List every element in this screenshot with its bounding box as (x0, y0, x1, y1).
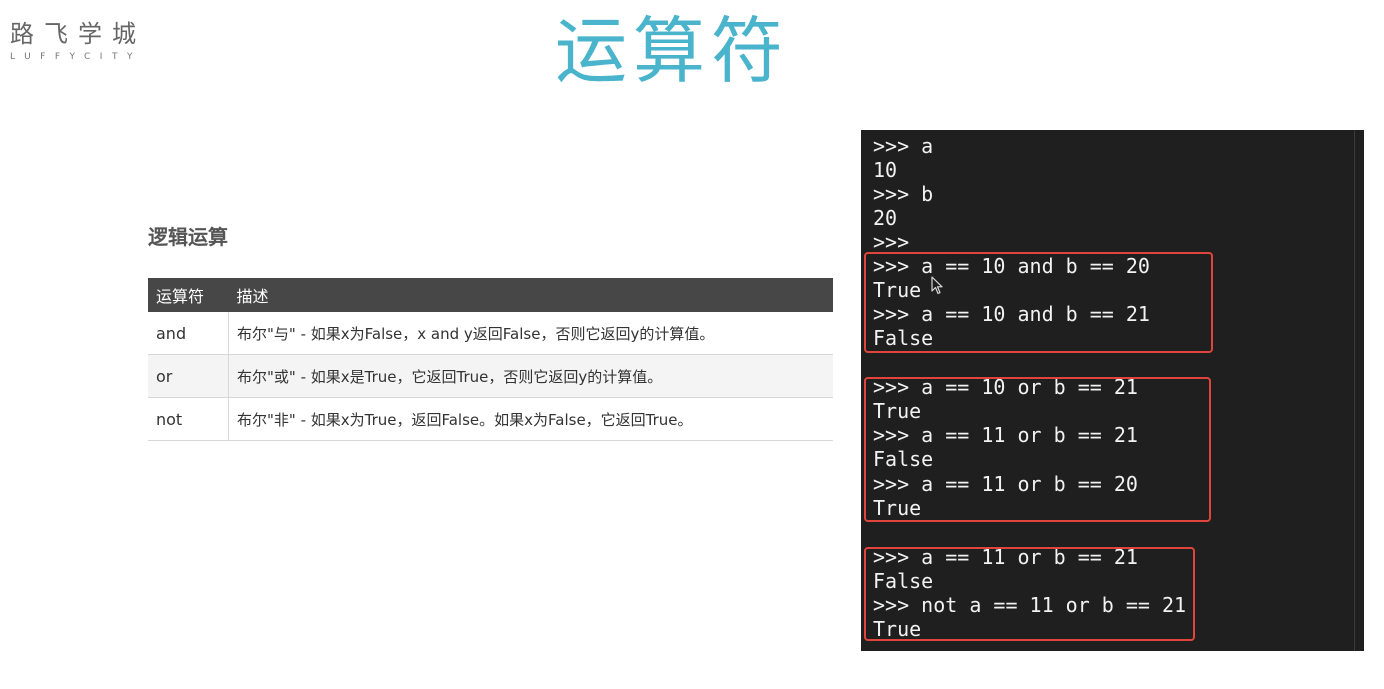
table-row: and 布尔"与" - 如果x为False，x and y返回False，否则它… (148, 312, 833, 355)
not-examples-highlight (864, 547, 1195, 641)
slide: 路飞学城 LUFFYCITY 运算符 逻辑运算 运算符 描述 and 布尔"与"… (0, 0, 1384, 689)
description-cell: 布尔"与" - 如果x为False，x and y返回False，否则它返回y的… (228, 312, 833, 355)
description-cell: 布尔"或" - 如果x是True，它返回True，否则它返回y的计算值。 (228, 354, 833, 398)
logo-english-text: LUFFYCITY (10, 52, 142, 62)
table-row: or 布尔"或" - 如果x是True，它返回True，否则它返回y的计算值。 (148, 354, 833, 398)
column-header-description: 描述 (228, 278, 833, 312)
operator-cell: or (148, 354, 229, 398)
column-header-operator: 运算符 (148, 278, 229, 312)
table-row: not 布尔"非" - 如果x为True，返回False。如果x为False，它… (148, 397, 833, 441)
terminal-line: 20 (873, 206, 898, 230)
logo-chinese-text: 路飞学城 (10, 20, 146, 48)
or-examples-highlight (864, 377, 1211, 522)
terminal-line: >>> b (873, 182, 934, 206)
mouse-pointer-icon (931, 276, 943, 295)
operator-cell: and (148, 312, 229, 355)
terminal-divider (1354, 130, 1355, 651)
and-examples-highlight (864, 252, 1213, 353)
table-header-row: 运算符 描述 (148, 278, 833, 312)
section-heading: 逻辑运算 (148, 225, 228, 249)
terminal-line: >>> a (873, 134, 934, 158)
operator-cell: not (148, 397, 229, 441)
slide-title: 运算符 (555, 9, 790, 93)
terminal-line: 10 (873, 158, 898, 182)
description-cell: 布尔"非" - 如果x为True，返回False。如果x为False，它返回Tr… (228, 397, 833, 441)
logical-operators-table: 运算符 描述 and 布尔"与" - 如果x为False，x and y返回Fa… (148, 278, 833, 441)
terminal-line: >>> (873, 230, 910, 254)
luffycity-logo: 路飞学城 LUFFYCITY (10, 20, 146, 62)
